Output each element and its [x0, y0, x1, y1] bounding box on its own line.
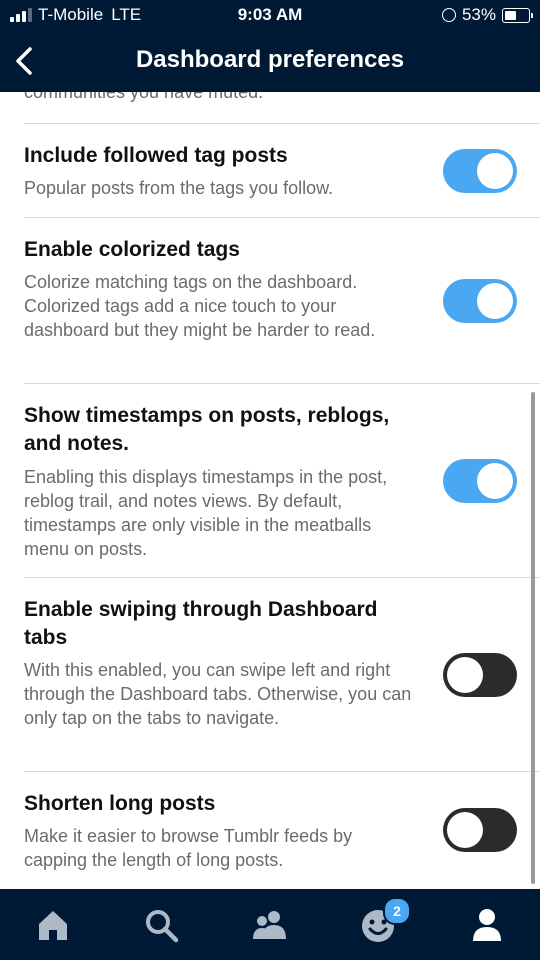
home-icon[interactable] [35, 907, 71, 943]
toggle-knob [477, 283, 513, 319]
setting-title: Show timestamps on posts, reblogs, and n… [24, 404, 390, 455]
toggle-timestamps[interactable] [443, 459, 517, 503]
toggle-followed-tag-posts[interactable] [443, 149, 517, 193]
toggle-knob [447, 657, 483, 693]
page-title: Dashboard preferences [135, 46, 405, 73]
people-icon[interactable] [252, 907, 288, 943]
setting-description: Make it easier to browse Tumblr feeds by… [24, 826, 353, 870]
divider [24, 383, 540, 384]
toggle-knob [477, 153, 513, 189]
divider [24, 577, 540, 578]
divider [24, 771, 540, 772]
search-icon[interactable] [143, 907, 179, 943]
settings-list[interactable]: communities you have muted. Include foll… [0, 92, 540, 889]
divider [24, 217, 540, 218]
setting-description: With this enabled, you can swipe left an… [24, 660, 412, 728]
setting-title: Shorten long posts [24, 792, 216, 815]
tab-bar [0, 889, 540, 960]
status-bar: T-Mobile LTE 9:03 AM 53% [0, 0, 540, 30]
setting-description: Colorize matching tags on the dashboard.… [24, 272, 376, 340]
partial-description: communities you have muted. [24, 92, 264, 102]
scrollbar[interactable] [531, 392, 535, 884]
setting-title: Enable colorized tags [24, 238, 240, 261]
rotation-lock-icon [441, 8, 456, 22]
setting-title: Include followed tag posts [24, 144, 288, 167]
navigation-bar: Dashboard preferences [0, 30, 540, 92]
setting-description: Enabling this displays timestamps in the… [24, 467, 388, 559]
toggle-knob [447, 812, 483, 848]
setting-title: Enable swiping through Dashboard tabs [24, 598, 378, 649]
battery-info: 53% [441, 5, 533, 25]
toggle-knob [477, 463, 513, 499]
battery-percent: 53% [461, 5, 496, 24]
divider [24, 123, 540, 124]
setting-description: Popular posts from the tags you follow. [24, 178, 334, 198]
battery-icon [502, 7, 533, 23]
activity-badge: 2 [383, 897, 411, 925]
toggle-colorized-tags[interactable] [443, 279, 517, 323]
toggle-swiping-tabs[interactable] [443, 653, 517, 697]
account-icon[interactable] [469, 907, 505, 943]
toggle-shorten-long-posts[interactable] [443, 808, 517, 852]
